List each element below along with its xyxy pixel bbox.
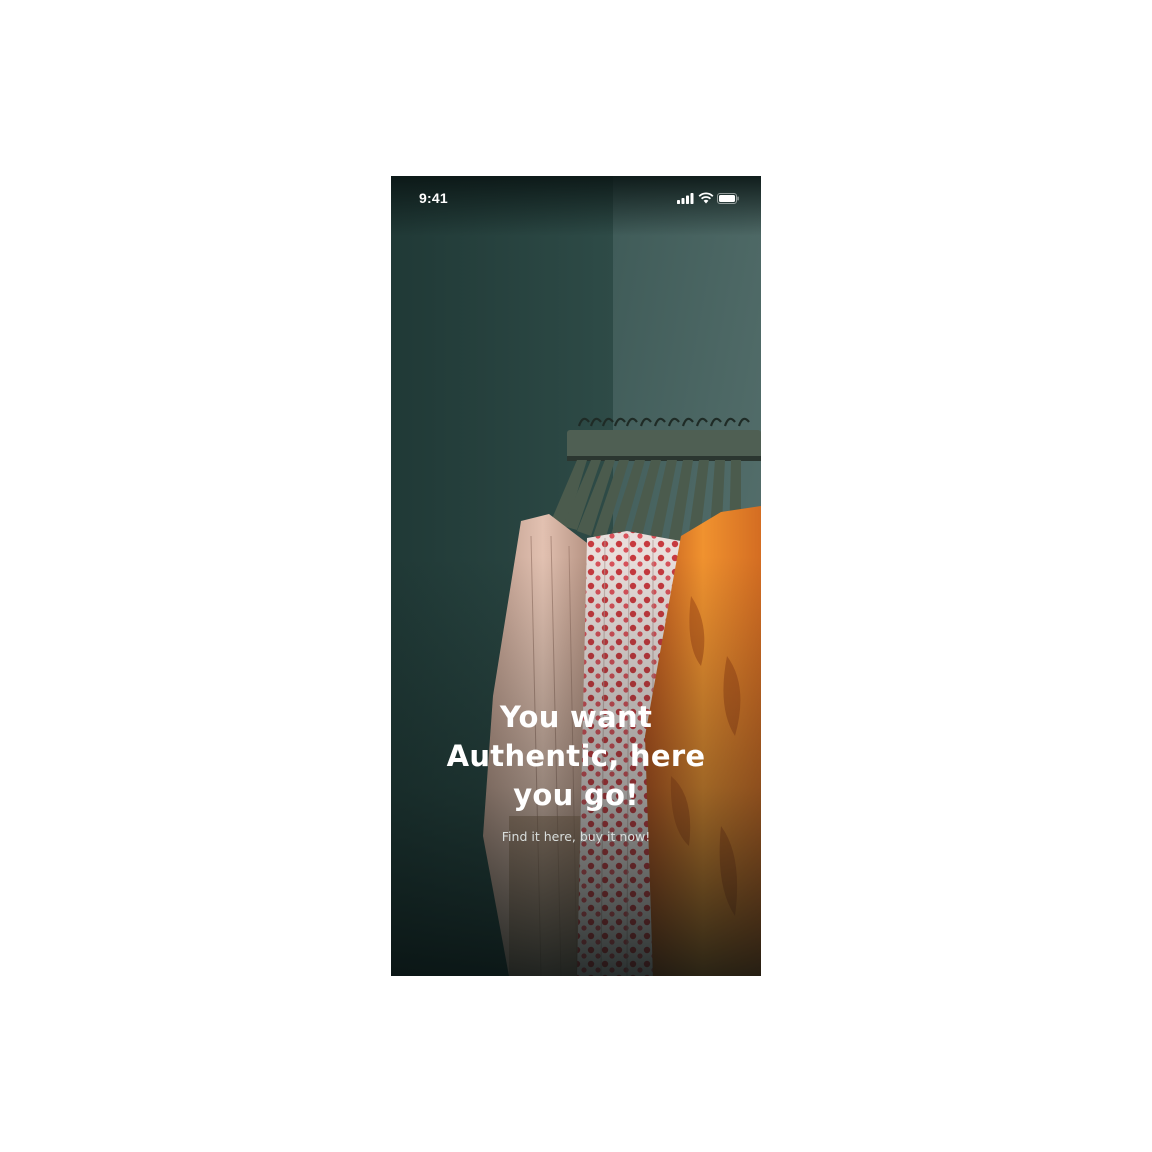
clothing-rack-photo	[391, 176, 761, 976]
status-icons	[677, 191, 739, 205]
battery-icon	[717, 191, 739, 204]
hero-text: You want Authentic, here you go! Find it…	[421, 698, 731, 845]
wifi-icon	[698, 191, 714, 204]
onboarding-screen: 9:41 You want Authentic, here you go! Fi…	[391, 176, 761, 976]
status-time: 9:41	[419, 190, 448, 206]
hero-subline: Find it here, buy it now!	[501, 829, 651, 844]
status-bar: 9:41	[391, 176, 761, 220]
cellular-signal-icon	[677, 191, 694, 204]
hero-headline: You want Authentic, here you go!	[446, 700, 706, 812]
